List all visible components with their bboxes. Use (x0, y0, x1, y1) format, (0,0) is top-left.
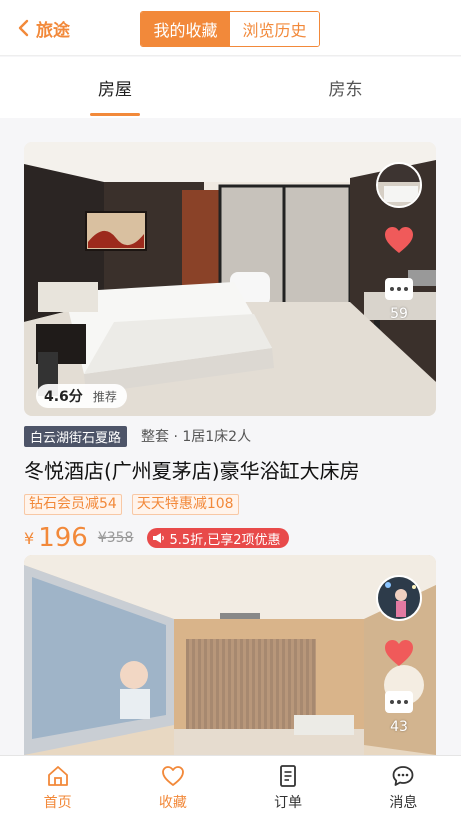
room-photo-image (24, 142, 436, 416)
rating-tag: 推荐 (92, 389, 117, 404)
nav-bar: 旅途 我的收藏 浏览历史 (0, 0, 461, 56)
promo-tags: 钻石会员减54 天天特惠减108 (24, 494, 436, 515)
bottom-nav-label: 收藏 (158, 795, 187, 811)
tab-hosts[interactable]: 房东 (230, 57, 461, 118)
location-badge: 白云湖街石夏路 (24, 425, 128, 447)
listing-title[interactable]: 冬悦酒店(广州夏茅店)豪华浴缸大床房 (24, 458, 436, 484)
price-row: ¥ 196 ¥358 5.5折,已享2项优惠 (24, 523, 436, 553)
chevron-left-icon (18, 19, 29, 37)
host-avatar[interactable] (376, 575, 422, 621)
bottom-nav-label: 首页 (43, 795, 72, 811)
comment-count: 43 (390, 719, 408, 735)
discount-badge: 5.5折,已享2项优惠 (147, 528, 289, 548)
tab-indicator (90, 113, 140, 116)
rating-badge: 4.6分 推荐 (36, 384, 127, 408)
comment-bubble-icon (385, 278, 413, 300)
heart-outline-icon (161, 766, 184, 786)
category-tabs: 房屋 房东 (0, 57, 461, 118)
promo-tag: 钻石会员减54 (24, 494, 122, 515)
bottom-nav-orders[interactable]: 订单 (231, 756, 346, 817)
current-price: 196 (38, 523, 88, 553)
currency-symbol: ¥ (24, 528, 35, 548)
chat-bubble-icon (392, 766, 414, 786)
bottom-nav-label: 订单 (274, 795, 303, 811)
original-price: ¥358 (97, 530, 134, 546)
order-list-icon (280, 765, 297, 787)
bottom-nav-home[interactable]: 首页 (0, 756, 115, 817)
megaphone-icon (153, 533, 165, 543)
view-switcher: 我的收藏 浏览历史 (140, 11, 320, 47)
room-photo-image (24, 555, 436, 755)
listing-photo[interactable]: 59 4.6分 推荐 (24, 142, 436, 416)
rating-score: 4.6分 (44, 389, 83, 405)
tab-houses[interactable]: 房屋 (0, 57, 230, 118)
bottom-nav: 首页 收藏 订单 消息 (0, 755, 461, 817)
promo-tag: 天天特惠减108 (131, 494, 239, 515)
home-icon (47, 766, 68, 786)
bottom-nav-favorites[interactable]: 收藏 (115, 756, 230, 817)
segment-history[interactable]: 浏览历史 (230, 12, 319, 46)
bottom-nav-messages[interactable]: 消息 (346, 756, 461, 817)
favorite-heart-icon[interactable] (384, 639, 414, 667)
listing-card[interactable]: 43 (24, 555, 436, 755)
comments-indicator[interactable]: 59 (384, 278, 414, 322)
host-avatar[interactable] (376, 162, 422, 208)
comment-count: 59 (390, 306, 408, 322)
back-label: 旅途 (36, 20, 70, 41)
comments-indicator[interactable]: 43 (384, 691, 414, 735)
listing-photo[interactable]: 43 (24, 555, 436, 755)
comment-bubble-icon (385, 691, 413, 713)
room-description: 整套 · 1居1床2人 (141, 429, 252, 445)
listing-card[interactable]: 59 4.6分 推荐 白云湖街石夏路 整套 · 1居1床2人 冬悦酒店(广州夏茅… (24, 142, 436, 553)
discount-text: 5.5折,已享2项优惠 (169, 532, 281, 548)
listing-meta: 白云湖街石夏路 整套 · 1居1床2人 (24, 425, 436, 447)
segment-favorites[interactable]: 我的收藏 (141, 12, 230, 46)
back-button[interactable]: 旅途 (14, 14, 70, 42)
bottom-nav-label: 消息 (389, 795, 418, 811)
favorite-heart-icon[interactable] (384, 226, 414, 254)
